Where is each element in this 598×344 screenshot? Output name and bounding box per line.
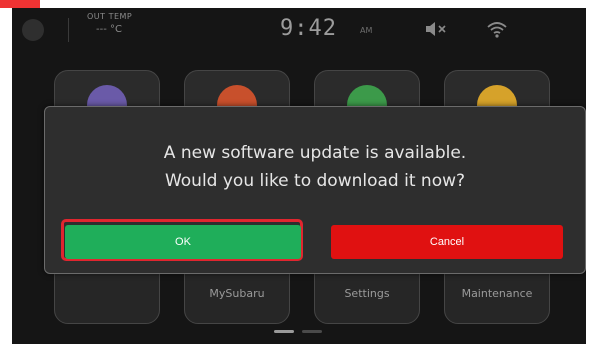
clock-ampm: AM: [360, 26, 373, 35]
head-unit-screen: OUT TEMP --- °C 9:42 AM MySubaru Setting…: [12, 8, 586, 344]
clock-time: 9:42: [280, 16, 337, 41]
dialog-message-line1: A new software update is available.: [163, 143, 467, 163]
mute-icon[interactable]: [424, 20, 448, 38]
dialog-message-line2: Would you like to download it now?: [164, 171, 466, 191]
annotation-corner-mark: [0, 0, 40, 8]
out-temp-label: OUT TEMP: [87, 12, 133, 21]
page-indicator-inactive: [302, 330, 322, 333]
wifi-icon: [487, 22, 507, 38]
settings-label: Settings: [344, 287, 390, 300]
out-temp-value: --- °C: [96, 24, 122, 35]
ok-button[interactable]: OK: [65, 225, 301, 259]
status-divider: [68, 18, 69, 42]
maintenance-label: Maintenance: [461, 287, 533, 300]
mysubaru-label: MySubaru: [209, 287, 265, 300]
page-indicator-active: [274, 330, 294, 333]
software-update-dialog: A new software update is available. Woul…: [44, 106, 586, 274]
status-bar: OUT TEMP --- °C 9:42 AM: [12, 8, 586, 52]
home-icon[interactable]: [22, 19, 44, 41]
cancel-button[interactable]: Cancel: [331, 225, 563, 259]
